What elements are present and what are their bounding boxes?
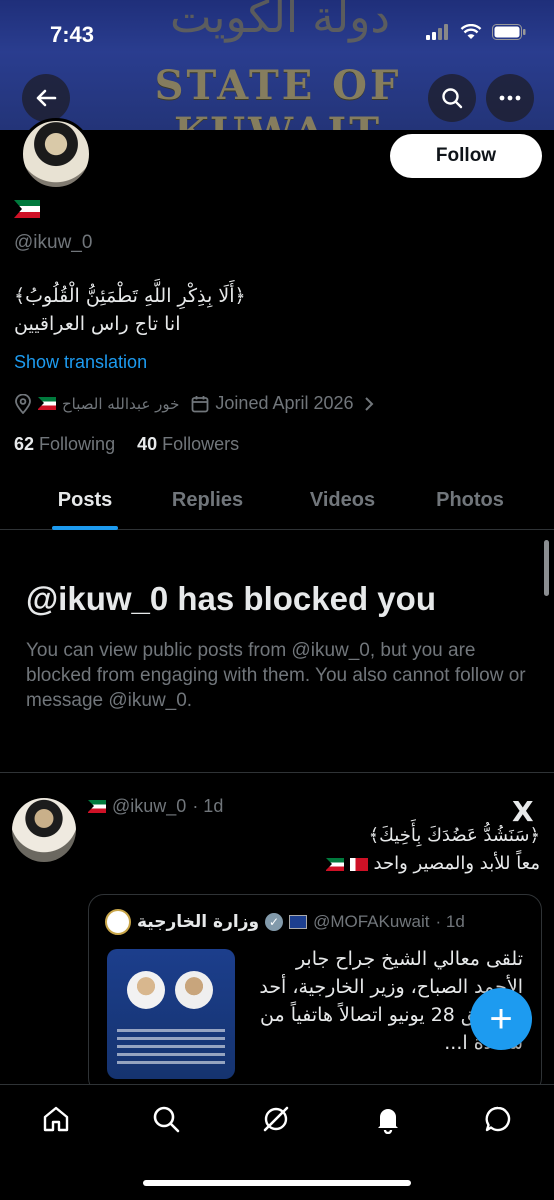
tab-replies[interactable]: Replies <box>140 470 275 530</box>
signal-icon <box>426 24 448 40</box>
message-icon <box>485 1106 511 1132</box>
search-icon <box>153 1106 180 1133</box>
profile-location: خور عبدالله الصباح <box>62 394 180 413</box>
search-icon <box>442 88 463 109</box>
profile-avatar[interactable] <box>20 118 92 190</box>
quoted-handle: @MOFAKuwait <box>313 912 430 931</box>
more-button[interactable] <box>486 74 534 122</box>
compose-button[interactable]: + <box>470 988 532 1050</box>
kuwait-flag-icon <box>14 200 40 218</box>
nav-explore[interactable] <box>146 1099 186 1139</box>
battery-icon <box>492 24 526 40</box>
wifi-icon <box>460 24 482 39</box>
status-icons <box>426 24 526 40</box>
nav-notifications[interactable] <box>368 1099 408 1139</box>
status-time: 7:43 <box>50 22 95 47</box>
following-link[interactable]: 62 Following <box>14 434 115 455</box>
tweet-time: · 1d <box>192 796 224 816</box>
quoted-tweet-header: وزارة الخارجية ✓ @MOFAKuwait · 1d <box>105 909 465 935</box>
show-translation-link[interactable]: Show translation <box>14 352 147 373</box>
tweet-header: @ikuw_0 · 1d <box>88 796 223 817</box>
tweet-line-1: ﴿سَنَشُدُّ عَضُدَكَ بِأَخِيكَ﴾ <box>368 825 540 846</box>
tweet-avatar[interactable] <box>12 798 76 862</box>
tab-photos[interactable]: Photos <box>410 470 530 530</box>
quoted-name: وزارة الخارجية <box>137 912 260 932</box>
tweet-line-2: معاً للأبد والمصير واحد <box>100 850 540 878</box>
bio-line-2: انا تاج راس العراقيين <box>14 313 181 335</box>
followers-count: 40 <box>137 434 158 454</box>
follow-counts: 62 Following 40 Followers <box>14 434 239 455</box>
location-pin-icon <box>15 393 31 414</box>
blocked-description: You can view public posts from @ikuw_0, … <box>26 640 526 711</box>
portrait-image <box>175 971 213 1009</box>
quoted-tweet[interactable]: وزارة الخارجية ✓ @MOFAKuwait · 1d تلقى م… <box>88 894 542 1094</box>
calendar-icon <box>192 395 209 412</box>
scrollbar[interactable] <box>544 540 549 596</box>
followers-link[interactable]: 40 Followers <box>137 434 239 455</box>
affiliate-badge-icon <box>289 915 308 929</box>
display-name-flag <box>14 200 40 218</box>
kuwait-flag-icon <box>326 857 345 871</box>
divider <box>0 772 554 773</box>
following-count: 62 <box>14 434 35 454</box>
follow-button[interactable]: Follow <box>390 134 542 178</box>
kuwait-flag-icon <box>38 397 56 410</box>
profile-tabs: Posts Replies Videos Photos <box>0 470 554 530</box>
chevron-right-icon[interactable] <box>364 396 374 411</box>
back-button[interactable] <box>22 74 70 122</box>
nav-messages[interactable] <box>478 1099 518 1139</box>
followers-label: Followers <box>162 434 240 454</box>
verified-badge-icon: ✓ <box>265 913 284 931</box>
bio-line-1: ﴿أَلَا بِذِكْرِ اللَّهِ تَطْمَئِنُّ الْق… <box>14 285 246 307</box>
bell-icon <box>378 1109 398 1134</box>
profile-handle: @ikuw_0 <box>14 232 93 253</box>
quoted-image[interactable] <box>107 949 235 1079</box>
bahrain-flag-icon <box>349 857 368 871</box>
tweet-text: ﴿سَنَشُدُّ عَضُدَكَ بِأَخِيكَ﴾ معاً للأب… <box>100 822 540 878</box>
more-icon <box>499 95 521 101</box>
search-button[interactable] <box>428 74 476 122</box>
nav-grok[interactable] <box>256 1099 296 1139</box>
home-indicator[interactable] <box>143 1180 411 1186</box>
profile-joined: Joined April 2026 <box>215 393 354 413</box>
blocked-title: @ikuw_0 has blocked you <box>26 580 436 617</box>
quoted-time: · 1d <box>435 912 465 931</box>
status-bar: 7:43 <box>0 0 554 70</box>
kuwait-flag-icon <box>88 800 106 813</box>
tweet-handle[interactable]: @ikuw_0 <box>112 796 186 817</box>
tab-videos[interactable]: Videos <box>275 470 410 530</box>
banner-title: STATE OF KUWAIT <box>154 62 402 130</box>
nav-home[interactable] <box>36 1099 76 1139</box>
following-label: Following <box>39 434 116 454</box>
portrait-image <box>127 971 165 1009</box>
home-icon <box>43 1106 69 1132</box>
grok-icon <box>263 1106 289 1132</box>
image-text-lines <box>117 1029 225 1069</box>
quoted-avatar <box>105 909 131 935</box>
back-arrow-icon <box>36 89 57 107</box>
profile-meta: خور عبدالله الصباح Joined April 2026 <box>14 393 374 414</box>
profile-bio: ﴿أَلَا بِذِكْرِ اللَّهِ تَطْمَئِنُّ الْق… <box>14 282 246 338</box>
